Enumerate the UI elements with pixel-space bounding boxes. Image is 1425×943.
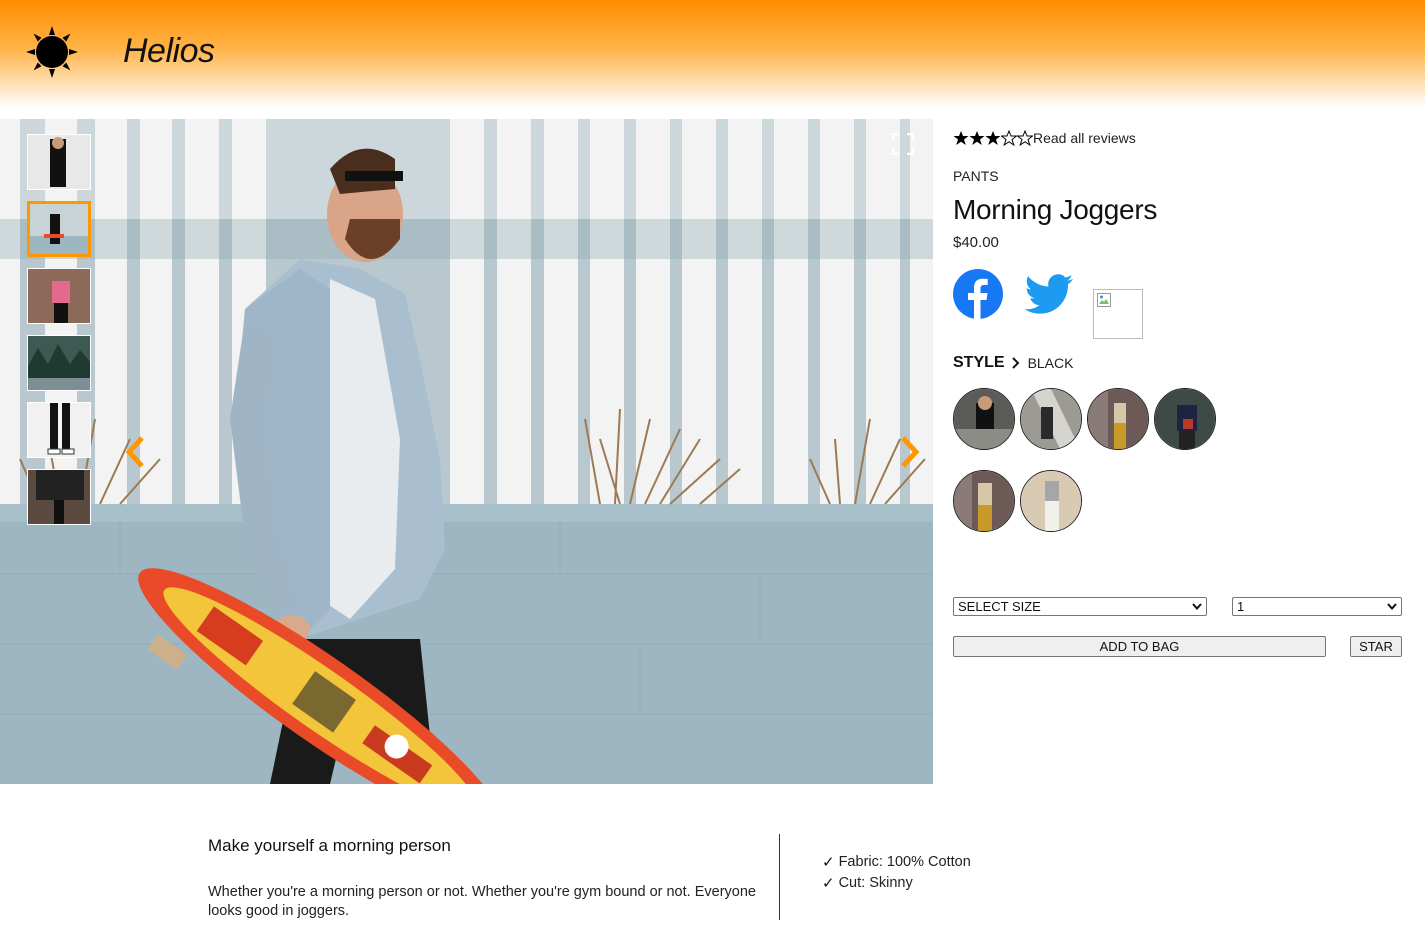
chevron-down-icon [1192,603,1202,611]
chevron-left-icon[interactable] [122,434,148,470]
thumbnail[interactable] [27,469,91,525]
star-rating [953,130,1033,146]
expand-icon[interactable] [892,133,914,155]
thumbnail-list [27,134,93,536]
thumbnail[interactable] [27,402,91,458]
feature-list: ✓ Fabric: 100% Cotton ✓ Cut: Skinny [822,852,971,894]
read-reviews-link[interactable]: Read all reviews [1033,130,1136,146]
style-swatch[interactable] [1020,388,1082,450]
broken-image-icon[interactable] [1093,289,1143,339]
rating-row: Read all reviews [953,128,1405,148]
star-empty-icon [1001,130,1017,146]
feature-text: Cut: Skinny [838,875,913,891]
sun-icon[interactable] [26,26,78,78]
checkmark-icon: ✓ [822,853,835,871]
site-header: Helios [0,0,1425,108]
description-body: Whether you're a morning person or not. … [208,884,756,919]
thumbnail[interactable] [27,134,91,190]
quantity-select[interactable]: 1 [1232,597,1402,616]
product-title: Morning Joggers [953,194,1158,225]
style-swatch[interactable] [1154,388,1216,450]
product-category: PANTS [953,168,999,184]
star-button[interactable]: STAR [1350,636,1402,657]
size-select[interactable]: SELECT SIZE [953,597,1207,616]
description-title: Make yourself a morning person [208,836,451,855]
star-filled-icon [985,131,1001,145]
star-filled-icon [969,131,985,145]
style-swatch[interactable] [1020,470,1082,532]
checkmark-icon: ✓ [822,874,835,892]
twitter-icon[interactable] [1023,269,1075,321]
style-swatch[interactable] [1087,388,1149,450]
brand-name[interactable]: Helios [123,32,215,71]
size-select-value: SELECT SIZE [958,599,1041,614]
thumbnail[interactable] [27,335,91,391]
chevron-right-icon [1011,357,1019,369]
thumbnail-active[interactable] [27,201,91,257]
chevron-right-icon[interactable] [897,434,923,470]
selected-style: BLACK [1027,355,1074,371]
quantity-select-value: 1 [1237,599,1245,614]
product-price: $40.00 [953,234,999,251]
add-to-bag-button[interactable]: ADD TO BAG [953,636,1326,657]
feature-text: Fabric: 100% Cotton [838,854,971,870]
facebook-icon[interactable] [953,269,1003,319]
feature-item: ✓ Fabric: 100% Cotton [822,852,971,873]
style-swatch[interactable] [953,470,1015,532]
description-divider [779,834,780,920]
star-filled-icon [953,131,969,145]
chevron-down-icon [1387,603,1397,611]
social-share [953,269,1405,341]
style-swatches [953,388,1233,552]
style-swatch[interactable] [953,388,1015,450]
product-info: Read all reviews PANTS Morning Joggers $… [953,128,1405,657]
feature-item: ✓ Cut: Skinny [822,873,971,894]
product-description: Make yourself a morning person Whether y… [208,836,768,921]
style-selector-label: STYLE BLACK [953,354,1405,372]
product-main-image [0,119,933,784]
thumbnail[interactable] [27,268,91,324]
style-label: STYLE [953,354,1005,371]
star-empty-icon [1017,130,1033,146]
